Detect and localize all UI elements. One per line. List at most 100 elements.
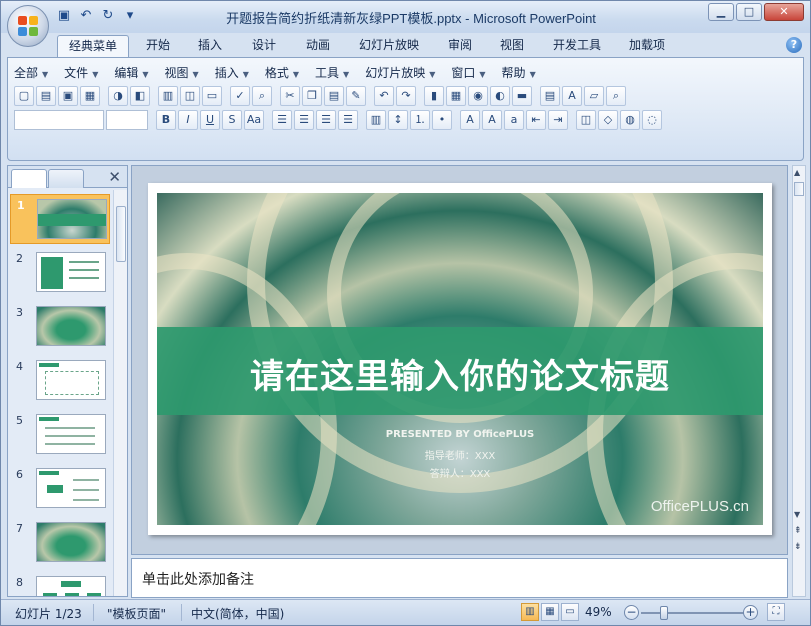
menu-help[interactable]: 帮助 ▼ — [502, 64, 536, 81]
zoom-icon[interactable]: ⌕ — [606, 86, 626, 106]
redo-icon[interactable]: ↷ — [396, 86, 416, 106]
slide-thumbnail[interactable]: 5 — [10, 410, 110, 460]
tab-view[interactable]: 视图 — [491, 35, 533, 57]
slide-thumbnail[interactable]: 7 — [10, 518, 110, 568]
scroll-thumb[interactable] — [794, 182, 804, 196]
bold-icon[interactable]: B — [156, 110, 176, 130]
menu-all[interactable]: 全部 ▼ — [14, 64, 48, 81]
zoom-in-icon[interactable]: + — [743, 605, 758, 620]
paste-icon[interactable]: ▤ — [324, 86, 344, 106]
notes-pane[interactable]: 单击此处添加备注 — [131, 558, 788, 598]
new-icon[interactable]: ▢ — [14, 86, 34, 106]
arrange-icon[interactable]: ◫ — [576, 110, 596, 130]
scroll-thumb[interactable] — [116, 206, 126, 262]
table-icon[interactable]: ▦ — [446, 86, 466, 106]
tab-addins[interactable]: 加载项 — [621, 35, 673, 57]
pdf-icon[interactable]: ▦ — [80, 86, 100, 106]
copy-icon[interactable]: ❐ — [302, 86, 322, 106]
justify-icon[interactable]: ☰ — [338, 110, 358, 130]
tab-insert[interactable]: 插入 — [189, 35, 231, 57]
research-icon[interactable]: ⌕ — [252, 86, 272, 106]
spelling-icon[interactable]: ✓ — [230, 86, 250, 106]
minimize-button[interactable]: ▁ — [708, 3, 734, 21]
zoom-slider-track[interactable] — [641, 612, 745, 614]
columns-icon[interactable]: ▥ — [366, 110, 386, 130]
tab-developer[interactable]: 开发工具 — [545, 35, 609, 57]
center-icon[interactable]: ☰ — [294, 110, 314, 130]
chart-icon[interactable]: ▮ — [424, 86, 444, 106]
text-icon[interactable]: A — [562, 86, 582, 106]
decrease-indent-icon[interactable]: ⇤ — [526, 110, 546, 130]
slide-sorter-icon[interactable]: ▦ — [541, 603, 559, 621]
help-icon[interactable]: ? — [786, 37, 802, 53]
cut-icon[interactable]: ✂ — [280, 86, 300, 106]
layout-icon[interactable]: ▭ — [202, 86, 222, 106]
tab-review[interactable]: 审阅 — [439, 35, 481, 57]
shape-outline-icon[interactable]: ◌ — [642, 110, 662, 130]
color-icon[interactable]: ◐ — [490, 86, 510, 106]
slide-canvas[interactable]: 请在这里输入你的论文标题 PRESENTED BY OfficePLUS 指导老… — [148, 183, 772, 535]
close-button[interactable]: ✕ — [764, 3, 804, 21]
notes-placeholder[interactable]: 单击此处添加备注 — [142, 569, 254, 589]
zoom-slider-thumb[interactable] — [659, 606, 668, 620]
redo-icon[interactable]: ↻ — [99, 7, 117, 25]
slide-thumbnail[interactable]: 8 — [10, 572, 110, 596]
tab-home[interactable]: 开始 — [137, 35, 179, 57]
next-slide-icon[interactable]: ⇟ — [794, 542, 802, 552]
open-icon[interactable]: ▤ — [36, 86, 56, 106]
align-right-icon[interactable]: ☰ — [316, 110, 336, 130]
italic-icon[interactable]: I — [178, 110, 198, 130]
scroll-up-icon[interactable]: ▲ — [794, 168, 800, 177]
save-icon[interactable]: ▣ — [55, 7, 73, 25]
zoom-level[interactable]: 49% — [585, 605, 612, 619]
save-icon[interactable]: ▣ — [58, 86, 78, 106]
customize-icon[interactable]: ▾ — [121, 7, 139, 25]
menu-slideshow[interactable]: 幻灯片放映 ▼ — [365, 64, 435, 81]
scroll-down-icon[interactable]: ▼ — [794, 510, 800, 519]
grow-font-icon[interactable]: A — [482, 110, 502, 130]
bullets-icon[interactable]: • — [432, 110, 452, 130]
publish-icon[interactable]: ◧ — [130, 86, 150, 106]
menu-tools[interactable]: 工具 ▼ — [315, 64, 349, 81]
slide-icon[interactable]: ▬ — [512, 86, 532, 106]
advisor-line[interactable]: 指导老师：XXX — [157, 447, 763, 462]
slide-title[interactable]: 请在这里输入你的论文标题 — [157, 349, 763, 398]
picture-icon[interactable]: ◉ — [468, 86, 488, 106]
tab-animations[interactable]: 动画 — [297, 35, 339, 57]
font-name-combo[interactable] — [14, 110, 104, 130]
normal-view-icon[interactable]: ▥ — [521, 603, 539, 621]
zoom-out-icon[interactable]: − — [624, 605, 639, 620]
previous-slide-icon[interactable]: ⇞ — [794, 526, 802, 536]
slideshow-view-icon[interactable]: ▭ — [561, 603, 579, 621]
case-icon[interactable]: Aa — [244, 110, 264, 130]
font-color-icon[interactable]: A — [460, 110, 480, 130]
shape-fill-icon[interactable]: ◍ — [620, 110, 640, 130]
menu-window[interactable]: 窗口 ▼ — [451, 64, 485, 81]
textbox-icon[interactable]: ▤ — [540, 86, 560, 106]
reporter-line[interactable]: 答辩人：XXX — [157, 465, 763, 480]
folder-icon[interactable]: ▱ — [584, 86, 604, 106]
undo-icon[interactable]: ↶ — [77, 7, 95, 25]
slides-panel-scrollbar[interactable] — [113, 190, 127, 596]
numbering-icon[interactable]: ⒈ — [410, 110, 430, 130]
maximize-button[interactable]: □ — [736, 3, 762, 21]
menu-format[interactable]: 格式 ▼ — [265, 64, 299, 81]
slide-thumbnail[interactable]: 4 — [10, 356, 110, 406]
tab-outline[interactable] — [48, 169, 84, 188]
increase-indent-icon[interactable]: ⇥ — [548, 110, 568, 130]
font-size-combo[interactable] — [106, 110, 148, 130]
theme-name[interactable]: "模板页面" — [107, 605, 166, 622]
tab-design[interactable]: 设计 — [243, 35, 285, 57]
slide-thumbnail[interactable]: 2 — [10, 248, 110, 298]
vertical-scrollbar[interactable]: ▲ ▼ ⇞ ⇟ — [792, 165, 806, 597]
slide-thumbnail[interactable]: 6 — [10, 464, 110, 514]
permission-icon[interactable]: ◑ — [108, 86, 128, 106]
format-painter-icon[interactable]: ✎ — [346, 86, 366, 106]
underline-icon[interactable]: U — [200, 110, 220, 130]
menu-view[interactable]: 视图 ▼ — [165, 64, 199, 81]
language-status[interactable]: 中文(简体，中国) — [191, 605, 284, 622]
presented-by[interactable]: PRESENTED BY OfficePLUS — [157, 429, 763, 440]
preview-icon[interactable]: ◫ — [180, 86, 200, 106]
undo-icon[interactable]: ↶ — [374, 86, 394, 106]
fit-to-window-icon[interactable]: ⛶ — [767, 603, 785, 621]
